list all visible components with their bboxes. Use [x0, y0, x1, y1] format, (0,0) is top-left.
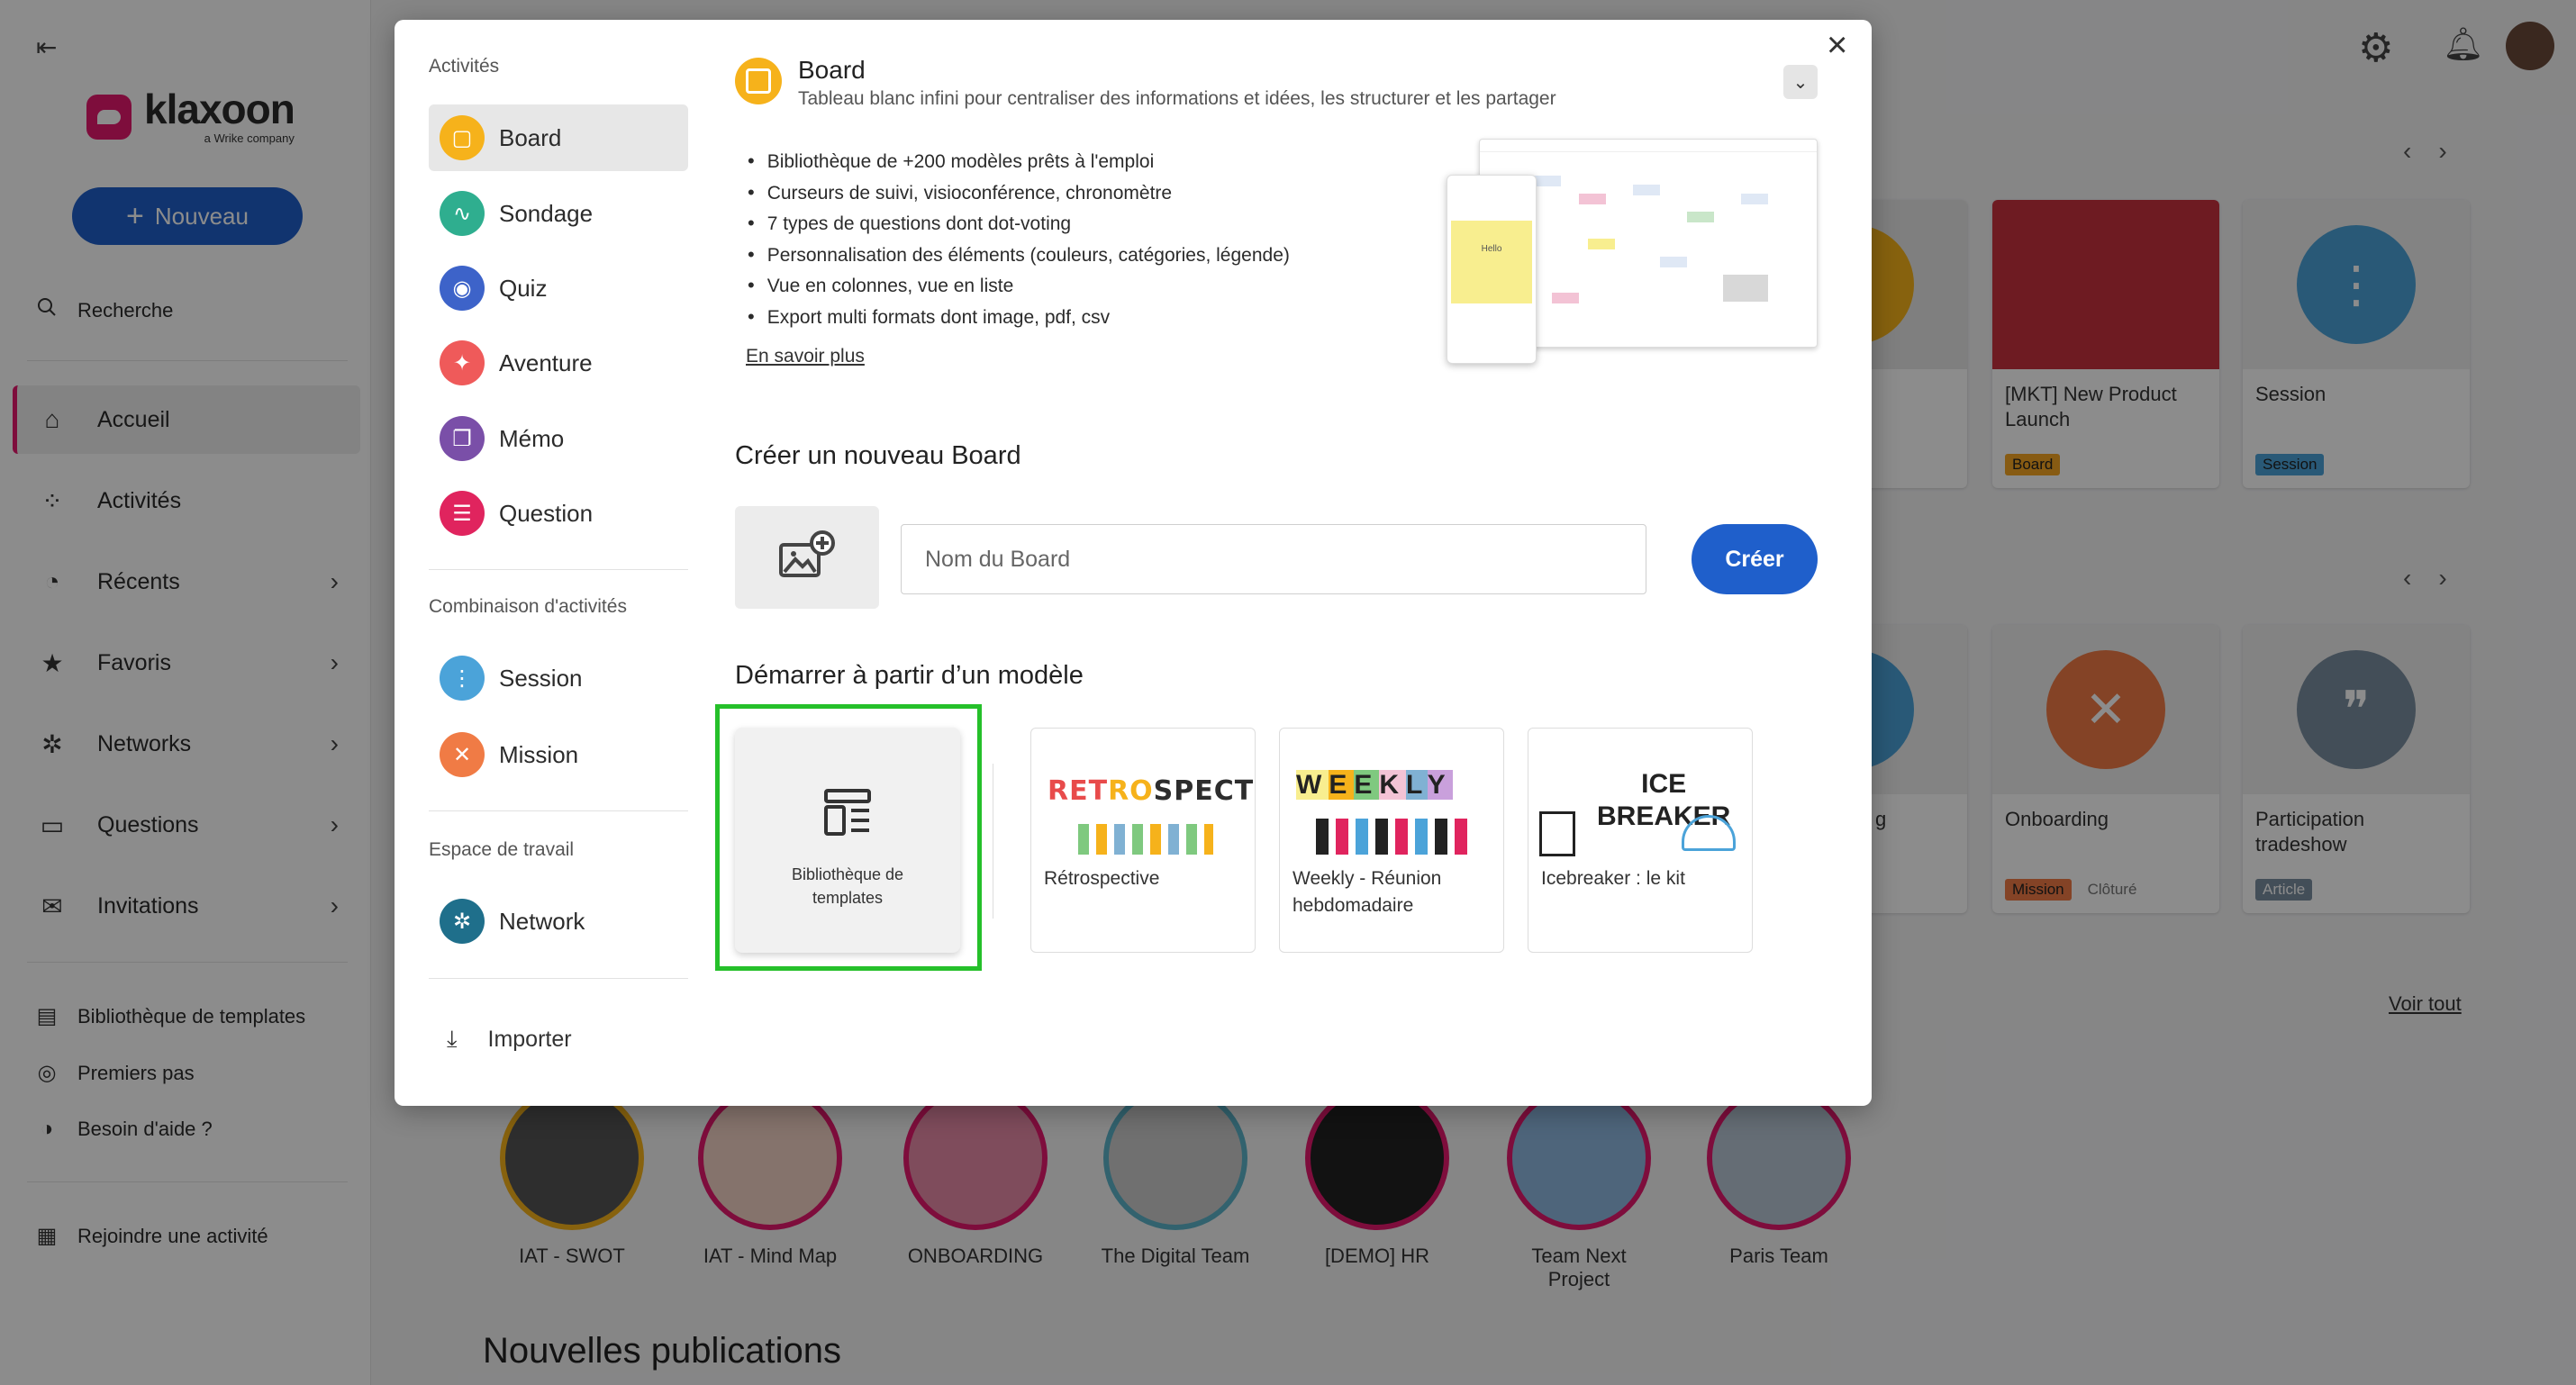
template-card-weekly[interactable]: WEEKLY Weekly - Réunion hebdomadaire [1279, 728, 1504, 953]
activity-type-label: Quiz [499, 274, 548, 302]
activity-type-mission[interactable]: ✕ Mission [429, 721, 688, 788]
template-thumbnail: RETROSPECTIVE [1031, 729, 1255, 865]
board-icon: ▢ [440, 115, 485, 160]
template-library-icon [824, 789, 871, 836]
mission-icon: ✕ [440, 732, 485, 777]
template-thumbnail: ICE BREAKER [1528, 729, 1752, 865]
section-heading-combination: Combinaison d'activités [429, 596, 627, 617]
feature-item: Personnalisation des éléments (couleurs,… [748, 240, 1290, 271]
adventure-icon: ✦ [440, 340, 485, 385]
create-button[interactable]: Créer [1692, 524, 1818, 594]
activity-type-label: Aventure [499, 349, 593, 376]
feature-list: Bibliothèque de +200 modèles prêts à l'e… [748, 146, 1290, 333]
add-cover-image-button[interactable] [735, 506, 879, 609]
activity-type-label: Board [499, 123, 562, 151]
board-preview-image: Hello [1441, 135, 1818, 371]
create-section-title: Créer un nouveau Board [735, 441, 1021, 470]
feature-item: Bibliothèque de +200 modèles prêts à l'e… [748, 146, 1290, 177]
memo-icon: ❐ [440, 416, 485, 461]
activity-title: Board [798, 56, 866, 84]
activity-type-label: Sondage [499, 199, 594, 227]
import-label: Importer [487, 1026, 572, 1052]
activity-type-memo[interactable]: ❐ Mémo [429, 405, 688, 472]
activity-type-label: Session [499, 664, 583, 692]
chevron-down-icon[interactable]: ⌄ [1783, 65, 1818, 99]
feature-item: Vue en colonnes, vue en liste [748, 270, 1290, 302]
template-thumbnail: WEEKLY [1280, 729, 1503, 865]
modal-divider [429, 569, 688, 570]
activity-type-label: Mission [499, 740, 579, 768]
question-icon: ☰ [440, 491, 485, 536]
activity-type-session[interactable]: ⋮ Session [429, 645, 688, 711]
feature-item: Curseurs de suivi, visioconférence, chro… [748, 177, 1290, 209]
add-image-icon [779, 530, 835, 577]
activity-type-network[interactable]: ✲ Network [429, 888, 688, 955]
board-preview-mobile: Hello [1447, 175, 1537, 364]
activity-type-board[interactable]: ▢ Board [429, 104, 688, 171]
survey-icon: ∿ [440, 191, 485, 236]
template-section-title: Démarrer à partir d’un modèle [735, 661, 1084, 690]
feature-item: Export multi formats dont image, pdf, cs… [748, 302, 1290, 333]
template-library-button[interactable]: Bibliothèque de templates [735, 728, 960, 953]
quiz-icon: ◉ [440, 266, 485, 311]
section-heading-activities: Activités [429, 56, 500, 77]
section-heading-workspace: Espace de travail [429, 839, 575, 860]
template-art-text: WEEKLY [1296, 770, 1453, 800]
template-library-label: Bibliothèque de templates [791, 865, 904, 907]
activity-type-quiz[interactable]: ◉ Quiz [429, 255, 688, 321]
download-icon: ⤓ [447, 1025, 458, 1052]
board-name-input[interactable] [901, 524, 1646, 594]
activity-type-label: Question [499, 499, 594, 527]
activity-type-label: Network [499, 907, 585, 935]
template-card-icebreaker[interactable]: ICE BREAKER Icebreaker : le kit [1528, 728, 1753, 953]
modal-divider [429, 978, 688, 979]
activity-type-label: Mémo [499, 424, 565, 452]
activity-type-question[interactable]: ☰ Question [429, 480, 688, 547]
activity-description: Tableau blanc infini pour centraliser de… [798, 88, 1556, 109]
activity-type-sondage[interactable]: ∿ Sondage [429, 180, 688, 247]
session-icon: ⋮ [440, 656, 485, 701]
network-icon: ✲ [440, 899, 485, 944]
template-title: Rétrospective [1044, 868, 1160, 889]
template-title: Icebreaker : le kit [1541, 868, 1685, 889]
feature-item: 7 types de questions dont dot-voting [748, 208, 1290, 240]
close-icon[interactable]: × [1827, 27, 1847, 63]
import-button[interactable]: ⤓ Importer [447, 1025, 572, 1054]
template-title: Weekly - Réunion hebdomadaire [1293, 868, 1442, 916]
modal-divider [429, 810, 688, 811]
activity-type-aventure[interactable]: ✦ Aventure [429, 330, 688, 396]
template-card-retrospective[interactable]: RETROSPECTIVE Rétrospective [1030, 728, 1256, 953]
learn-more-link[interactable]: En savoir plus [746, 346, 865, 367]
template-art-text: RETROSPECTIVE [1048, 775, 1255, 807]
board-icon [735, 58, 782, 104]
preview-sticky-note: Hello [1451, 221, 1532, 303]
